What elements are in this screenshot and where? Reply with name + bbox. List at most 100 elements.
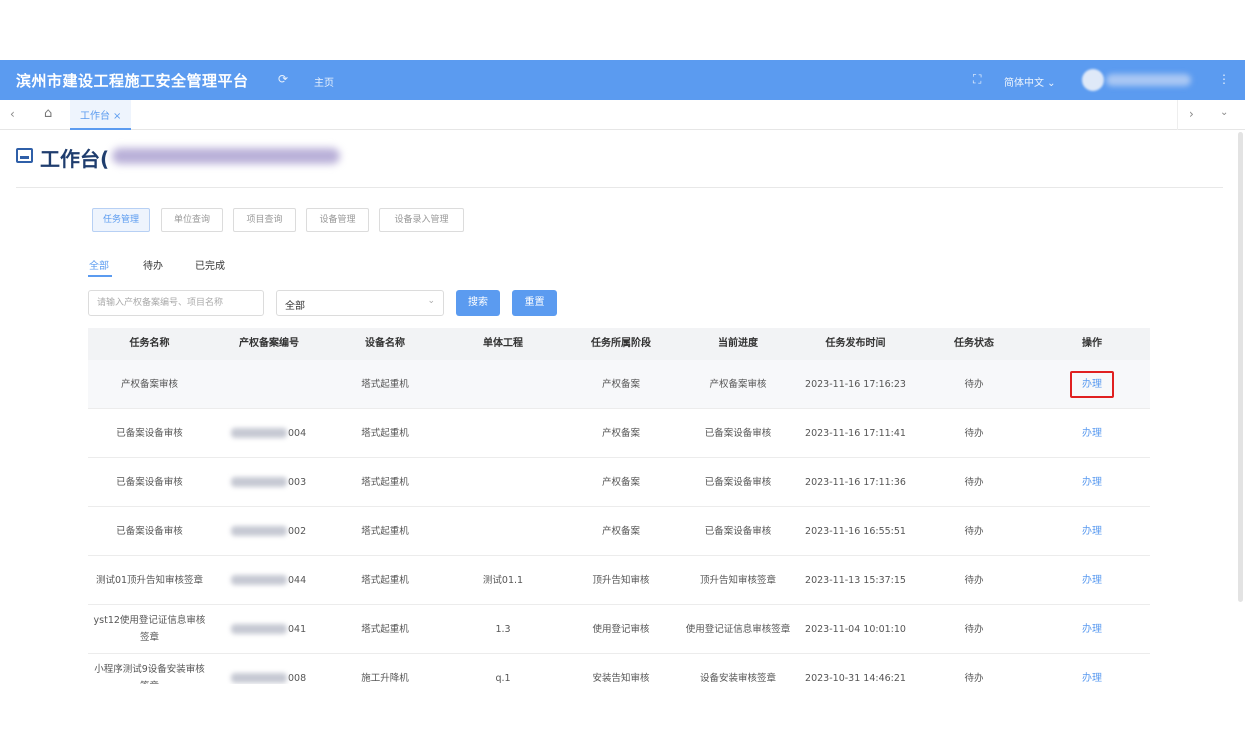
tab-workbench[interactable]: 工作台 ×	[70, 100, 132, 130]
device-name: 施工升降机	[361, 672, 409, 684]
module-device-management[interactable]: 设备管理	[306, 208, 369, 232]
task-status: 待办	[964, 574, 984, 586]
action-cell: 办理	[1034, 458, 1150, 506]
task-stage: 安装告知审核	[592, 672, 650, 684]
reset-button[interactable]: 重置	[512, 290, 557, 316]
progress: 已备案设备审核	[704, 525, 772, 537]
table-row[interactable]: 小程序测试9设备安装审核签章 008 施工升降机 q.1 安装告知审核 设备安装…	[88, 654, 1150, 684]
task-stage: 产权备案	[601, 378, 640, 390]
progress: 已备案设备审核	[704, 427, 772, 439]
column-header: 任务名称	[129, 338, 170, 349]
device-name: 塔式起重机	[361, 525, 409, 537]
cert-suffix: 003	[288, 476, 307, 488]
progress: 已备案设备审核	[704, 476, 772, 488]
publish-time: 2023-11-16 17:16:23	[805, 378, 906, 390]
select-value: 全部	[285, 301, 305, 312]
cert-number: 041	[211, 605, 327, 653]
task-status: 待办	[964, 476, 984, 488]
column-header: 任务所属阶段	[591, 338, 651, 349]
task-status: 待办	[964, 623, 984, 635]
home-link[interactable]: 主页	[314, 74, 334, 89]
table-row[interactable]: 测试01顶升告知审核签章 044 塔式起重机 测试01.1 顶升告知审核 顶升告…	[88, 556, 1150, 605]
platform-title: 滨州市建设工程施工安全管理平台	[16, 72, 249, 90]
handle-button[interactable]: 办理	[1082, 621, 1102, 638]
redacted-text	[231, 526, 287, 536]
task-stage: 产权备案	[601, 525, 640, 537]
status-tab-done[interactable]: 已完成	[195, 257, 225, 272]
publish-time: 2023-11-16 17:11:41	[805, 427, 906, 439]
table-row[interactable]: 已备案设备审核 003 塔式起重机 产权备案 已备案设备审核 2023-11-1…	[88, 458, 1150, 507]
handle-button[interactable]: 办理	[1070, 370, 1114, 398]
language-label: 简体中文	[1004, 78, 1044, 89]
cert-suffix: 004	[288, 427, 307, 439]
language-selector[interactable]: 简体中文 ⌄	[1004, 74, 1056, 89]
task-status: 待办	[964, 427, 984, 439]
home-icon[interactable]: ⌂	[44, 106, 52, 121]
task-stage: 产权备案	[601, 427, 640, 439]
redacted-text	[231, 673, 287, 683]
action-cell: 办理	[1034, 409, 1150, 457]
status-select[interactable]: 全部 ⌄	[276, 290, 444, 316]
scroll-right-icon[interactable]: ›	[1189, 107, 1194, 121]
task-stage: 顶升告知审核	[592, 574, 650, 586]
task-name: yst12使用登记证信息审核签章	[93, 615, 206, 643]
column-header: 设备名称	[365, 338, 405, 349]
handle-button[interactable]: 办理	[1082, 474, 1102, 491]
task-name: 测试01顶升告知审核签章	[95, 574, 204, 586]
user-name-redacted[interactable]	[1106, 74, 1191, 86]
vertical-scrollbar[interactable]	[1238, 132, 1243, 602]
redacted-text	[231, 575, 287, 585]
app-window: 滨州市建设工程施工安全管理平台 ⟳ 主页 ⛶ 简体中文 ⌄ ⋮ ‹ ⌂ 工作台 ×…	[0, 60, 1245, 684]
fullscreen-icon[interactable]: ⛶	[973, 72, 981, 87]
module-device-entry[interactable]: 设备录入管理	[379, 208, 464, 232]
publish-time: 2023-10-31 14:46:21	[805, 672, 906, 684]
table-row[interactable]: 产权备案审核 塔式起重机 产权备案 产权备案审核 2023-11-16 17:1…	[88, 360, 1150, 409]
search-input[interactable]	[88, 290, 264, 316]
action-cell: 办理	[1034, 556, 1150, 604]
cert-suffix: 008	[288, 672, 307, 684]
search-button[interactable]: 搜索	[456, 290, 500, 316]
status-tab-todo[interactable]: 待办	[143, 257, 163, 272]
progress: 设备安装审核签章	[699, 672, 776, 684]
task-name: 产权备案审核	[120, 378, 178, 390]
cert-number: 044	[211, 556, 327, 604]
device-name: 塔式起重机	[361, 378, 409, 390]
cert-number: 004	[211, 409, 327, 457]
publish-time: 2023-11-16 17:11:36	[805, 476, 906, 488]
cert-number	[211, 360, 327, 408]
project-unit	[443, 360, 563, 408]
handle-button[interactable]: 办理	[1082, 425, 1102, 442]
action-cell: 办理	[1034, 654, 1150, 684]
active-tab-indicator	[88, 275, 112, 277]
redacted-text	[231, 624, 287, 634]
column-header: 当前进度	[718, 338, 758, 349]
column-header: 任务发布时间	[825, 338, 886, 349]
module-task-management[interactable]: 任务管理	[92, 208, 150, 232]
table-row[interactable]: yst12使用登记证信息审核签章 041 塔式起重机 1.3 使用登记审核 使用…	[88, 605, 1150, 654]
task-status: 待办	[964, 672, 984, 684]
project-unit	[443, 458, 563, 506]
module-unit-query[interactable]: 单位查询	[161, 208, 223, 232]
table-row[interactable]: 已备案设备审核 004 塔式起重机 产权备案 已备案设备审核 2023-11-1…	[88, 409, 1150, 458]
column-header: 操作	[1082, 338, 1102, 349]
refresh-icon[interactable]: ⟳	[278, 72, 288, 86]
column-header: 产权备案编号	[239, 338, 299, 349]
cert-number: 003	[211, 458, 327, 506]
table-row[interactable]: 已备案设备审核 002 塔式起重机 产权备案 已备案设备审核 2023-11-1…	[88, 507, 1150, 556]
top-navbar: 滨州市建设工程施工安全管理平台 ⟳ 主页 ⛶ 简体中文 ⌄ ⋮	[0, 60, 1245, 100]
avatar[interactable]	[1082, 69, 1104, 91]
cert-suffix: 002	[288, 525, 307, 537]
module-project-query[interactable]: 项目查询	[233, 208, 296, 232]
close-icon[interactable]: ×	[113, 111, 121, 122]
scroll-left-icon[interactable]: ‹	[10, 107, 15, 121]
handle-button[interactable]: 办理	[1082, 572, 1102, 589]
action-cell: 办理	[1034, 507, 1150, 555]
cert-suffix: 041	[288, 623, 307, 635]
status-tab-all[interactable]: 全部	[89, 257, 109, 272]
more-icon[interactable]: ⋮	[1218, 72, 1230, 86]
handle-button[interactable]: 办理	[1082, 523, 1102, 540]
table-header: 任务名称 产权备案编号 设备名称 单体工程 任务所属阶段 当前进度 任务发布时间…	[88, 328, 1150, 360]
task-stage: 使用登记审核	[592, 623, 650, 635]
chevron-down-icon[interactable]: ⌄	[1220, 107, 1228, 118]
handle-button[interactable]: 办理	[1082, 670, 1102, 685]
